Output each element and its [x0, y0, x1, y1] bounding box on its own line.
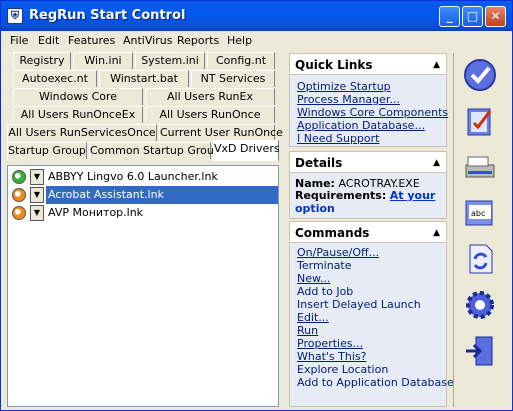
details-req-value-link[interactable]: At your: [390, 189, 436, 202]
menu-help[interactable]: Help: [227, 34, 252, 47]
tab-all-users-runservicesonce[interactable]: All Users RunServicesOnce: [7, 124, 157, 141]
quick-links-title: Quick Links: [295, 58, 373, 72]
menu-file[interactable]: File: [10, 34, 28, 47]
tab-config-nt[interactable]: Config.nt: [207, 52, 275, 69]
cmd-properties[interactable]: Properties...: [297, 337, 363, 350]
list-item-label: ABBYY Lingvo 6.0 Launcher.lnk: [48, 170, 218, 183]
tab-current-user-runonce[interactable]: Current User RunOnce: [159, 124, 283, 141]
link-windows-core-components[interactable]: Windows Core Components: [297, 106, 448, 119]
details-req-label: Requirements:: [295, 189, 387, 202]
tab-common-startup-group[interactable]: Common Startup Group: [89, 142, 221, 159]
list-item-selected[interactable]: ▼ Acrobat Assistant.lnk: [10, 186, 278, 204]
app-shield-icon: ⛨: [7, 8, 23, 24]
tab-vxd-drivers[interactable]: VxD Drivers: [213, 140, 280, 161]
close-button[interactable]: ✕: [485, 6, 506, 27]
quick-links-header[interactable]: Quick Links ▲: [289, 53, 447, 75]
cmd-edit[interactable]: Edit...: [297, 311, 329, 324]
quick-links-body: Optimize Startup Process Manager... Wind…: [289, 75, 448, 147]
tab-autoexec-nt[interactable]: Autoexec.nt: [13, 70, 97, 87]
tab-strip: Registry Win.ini System.ini Config.nt Au…: [5, 52, 283, 165]
cmd-terminate[interactable]: Terminate: [297, 259, 352, 272]
commands-title: Commands: [295, 226, 370, 240]
right-toolbar: abc: [453, 53, 508, 407]
details-req-value-cont[interactable]: option: [295, 202, 335, 215]
check-circle-icon[interactable]: [462, 57, 498, 93]
details-title: Details: [295, 156, 343, 170]
startup-list[interactable]: ▼ ABBYY Lingvo 6.0 Launcher.lnk ▼ Acroba…: [7, 165, 279, 407]
list-item-label: Acrobat Assistant.lnk: [46, 186, 278, 204]
dropdown-arrow-icon[interactable]: ▼: [30, 205, 44, 221]
cmd-add-to-app-database[interactable]: Add to Application Database: [297, 376, 454, 389]
tab-all-users-runex[interactable]: All Users RunEx: [145, 88, 275, 105]
cmd-insert-delayed-launch[interactable]: Insert Delayed Launch: [297, 298, 421, 311]
window-title: RegRun Start Control: [29, 8, 186, 23]
tab-registry[interactable]: Registry: [13, 52, 71, 69]
details-header[interactable]: Details ▲: [289, 151, 447, 173]
menu-edit[interactable]: Edit: [38, 34, 59, 47]
tab-system-ini[interactable]: System.ini: [135, 52, 205, 69]
document-refresh-icon[interactable]: [462, 241, 498, 277]
menu-bar: File Edit Features AntiVirus Reports Hel…: [1, 31, 512, 51]
spell-check-icon[interactable]: abc: [462, 195, 498, 231]
cmd-explore-location[interactable]: Explore Location: [297, 363, 388, 376]
collapse-arrow-icon[interactable]: ▲: [433, 152, 440, 174]
status-orange-icon[interactable]: [12, 206, 26, 220]
menu-antivirus[interactable]: AntiVirus: [123, 34, 172, 47]
title-bar[interactable]: ⛨ RegRun Start Control _ □ ✕: [1, 1, 512, 31]
cmd-run[interactable]: Run: [297, 324, 318, 337]
collapse-arrow-icon[interactable]: ▲: [433, 222, 440, 244]
details-body: Name: ACROTRAY.EXE Requirements: At your…: [289, 173, 447, 219]
status-green-icon[interactable]: [12, 170, 26, 184]
collapse-arrow-icon[interactable]: ▲: [433, 54, 440, 76]
tab-win-ini[interactable]: Win.ini: [73, 52, 133, 69]
link-application-database[interactable]: Application Database...: [297, 119, 425, 132]
commands-header[interactable]: Commands ▲: [289, 221, 447, 243]
commands-body: On/Pause/Off... Terminate New... Add to …: [289, 243, 454, 407]
maximize-button[interactable]: □: [462, 6, 483, 27]
status-orange-icon[interactable]: [12, 188, 26, 202]
menu-features[interactable]: Features: [68, 34, 115, 47]
list-item-label: AVP Монитор.lnk: [48, 206, 144, 219]
main-window: ⛨ RegRun Start Control _ □ ✕ File Edit F…: [0, 0, 513, 411]
scanner-icon[interactable]: [462, 149, 498, 185]
dropdown-arrow-icon[interactable]: ▼: [30, 187, 44, 203]
gear-icon[interactable]: [462, 287, 498, 323]
exit-door-icon[interactable]: [462, 333, 498, 369]
cmd-whats-this[interactable]: What's This?: [297, 350, 366, 363]
details-req-row: Requirements: At your: [295, 189, 435, 202]
list-item[interactable]: ▼ AVP Монитор.lnk: [10, 204, 276, 222]
list-item[interactable]: ▼ ABBYY Lingvo 6.0 Launcher.lnk: [10, 168, 276, 186]
svg-text:abc: abc: [471, 209, 485, 218]
cmd-new[interactable]: New...: [297, 272, 330, 285]
tab-winstart-bat[interactable]: Winstart.bat: [99, 70, 189, 87]
tab-startup-group[interactable]: Startup Group: [7, 142, 87, 159]
menu-reports[interactable]: Reports: [177, 34, 219, 47]
tab-nt-services[interactable]: NT Services: [191, 70, 275, 87]
tab-all-users-runonceex[interactable]: All Users RunOnceEx: [13, 106, 143, 123]
dropdown-arrow-icon[interactable]: ▼: [30, 169, 44, 185]
link-optimize-startup[interactable]: Optimize Startup: [297, 80, 391, 93]
tab-windows-core[interactable]: Windows Core: [13, 88, 143, 105]
link-i-need-support[interactable]: I Need Support: [297, 132, 379, 145]
checklist-icon[interactable]: [462, 103, 498, 139]
link-process-manager[interactable]: Process Manager...: [297, 93, 400, 106]
tab-all-users-runonce[interactable]: All Users RunOnce: [145, 106, 275, 123]
cmd-on-pause-off[interactable]: On/Pause/Off...: [297, 246, 379, 259]
cmd-add-to-job[interactable]: Add to Job: [297, 285, 353, 298]
minimize-button[interactable]: _: [439, 6, 460, 27]
